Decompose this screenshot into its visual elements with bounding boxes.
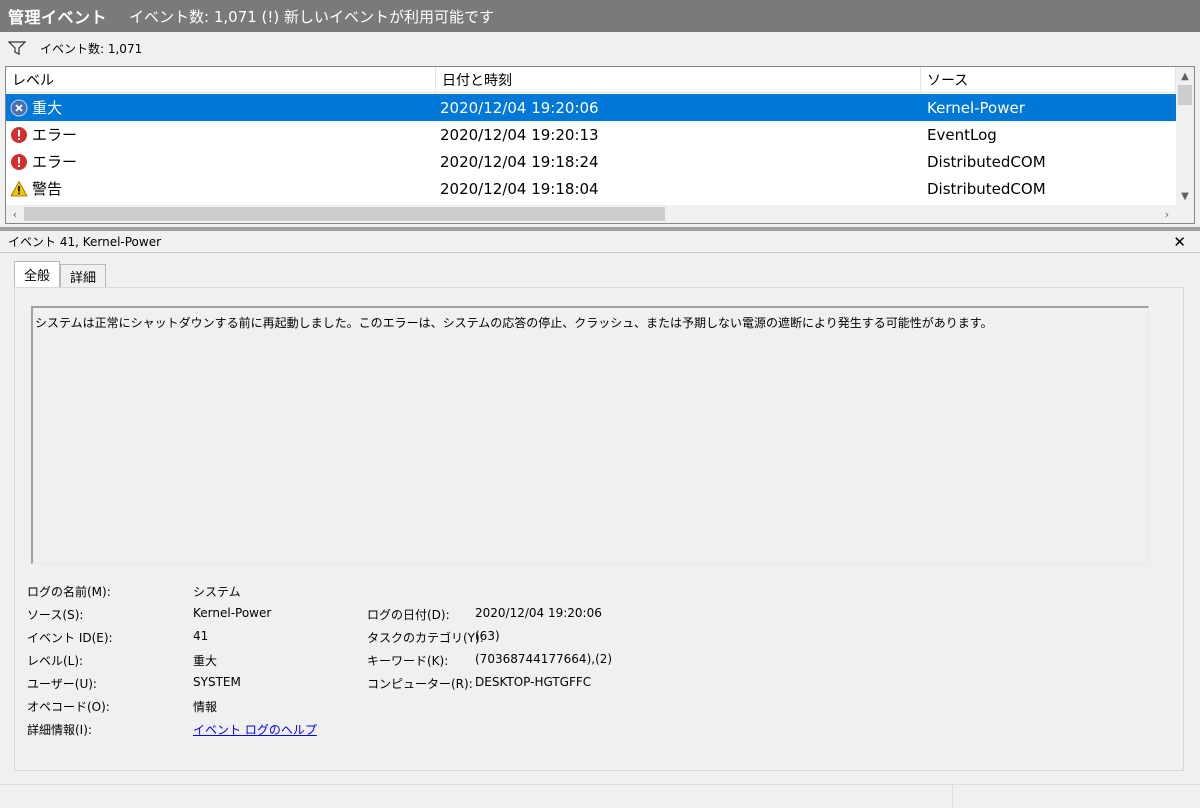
row-level: エラー [32,153,78,171]
row-level: エラー [32,126,78,144]
column-header-datetime[interactable]: 日付と時刻 [436,67,921,93]
table-row[interactable]: 警告 2020/12/04 19:18:04 DistributedCOM [6,175,1176,202]
horizontal-scroll-thumb[interactable] [24,207,665,221]
computer-label: コンピューター(R): [367,677,473,691]
error-icon [10,153,28,171]
title-bar: 管理イベント イベント数: 1,071 (!) 新しいイベントが利用可能です [0,0,1200,32]
row-source: EventLog [927,125,997,144]
event-description[interactable]: システムは正常にシャットダウンする前に再起動しました。このエラーは、システムの応… [31,306,1149,564]
source-label: ソース(S): [27,608,84,622]
row-datetime: 2020/12/04 19:18:04 [440,179,599,198]
filter-icon[interactable] [8,41,26,55]
event-detail-title: イベント 41, Kernel-Power [8,235,162,249]
list-header: レベル 日付と時刻 ソース [6,67,1176,93]
row-source: Kernel-Power [927,98,1025,117]
event-count-notice[interactable]: イベント数: 1,071 (!) 新しいイベントが利用可能です [129,6,494,27]
critical-icon [10,99,28,117]
row-level: 警告 [32,180,63,198]
row-source: DistributedCOM [927,152,1046,171]
list-horizontal-scrollbar[interactable]: ‹ › [6,205,1194,223]
table-row[interactable]: 重大 2020/12/04 19:20:06 Kernel-Power [6,94,1176,121]
row-level: 重大 [32,99,63,117]
event-id-value: 41 [193,629,209,643]
list-vertical-scrollbar[interactable]: ▲ ▼ [1176,67,1194,205]
task-category-value: (63) [475,629,500,643]
keywords-label: キーワード(K): [367,654,449,668]
error-icon [10,126,28,144]
general-tab-panel: システムは正常にシャットダウンする前に再起動しました。このエラーは、システムの応… [14,287,1184,771]
filter-bar: イベント数: 1,071 [0,34,1200,62]
logged-value: 2020/12/04 19:20:06 [475,606,602,620]
status-bar [0,784,1200,808]
detail-tabs: 全般 詳細 [14,261,107,287]
panel-title: 管理イベント [8,8,108,27]
row-datetime: 2020/12/04 19:20:06 [440,98,599,117]
keywords-value: (70368744177664),(2) [475,652,613,666]
vertical-scroll-thumb[interactable] [1178,85,1192,105]
row-datetime: 2020/12/04 19:20:13 [440,125,599,144]
event-log-help-link[interactable]: イベント ログのヘルプ [193,721,317,738]
column-header-level[interactable]: レベル [6,67,436,93]
table-row[interactable]: エラー 2020/12/04 19:20:13 EventLog [6,121,1176,148]
event-id-label: イベント ID(E): [27,631,113,645]
warning-icon [10,180,28,198]
tab-details[interactable]: 詳細 [60,264,107,287]
log-name-value: システム [193,585,241,599]
task-category-label: タスクのカテゴリ(Y): [367,631,484,645]
logged-label: ログの日付(D): [367,608,450,622]
user-label: ユーザー(U): [27,677,97,691]
scroll-right-icon[interactable]: › [1158,205,1176,223]
row-source: DistributedCOM [927,179,1046,198]
level-value: 重大 [193,654,218,668]
level-label: レベル(L): [27,654,84,668]
filter-event-count: イベント数: 1,071 [40,41,143,56]
more-info-label: 詳細情報(I): [27,723,92,737]
computer-value: DESKTOP-HGTGFFC [475,675,592,689]
row-datetime: 2020/12/04 19:18:24 [440,152,599,171]
event-detail-header: イベント 41, Kernel-Power ✕ [0,231,1200,253]
close-icon[interactable]: ✕ [1173,233,1186,251]
status-bar-divider [952,785,953,808]
user-value: SYSTEM [193,675,241,689]
scroll-down-icon[interactable]: ▼ [1176,187,1194,205]
opcode-label: オペコード(O): [27,700,110,714]
scroll-left-icon[interactable]: ‹ [6,205,24,223]
event-list[interactable]: レベル 日付と時刻 ソース 重大 2020/12/04 19:20:06 Ker… [5,66,1195,224]
table-row[interactable]: エラー 2020/12/04 19:18:24 DistributedCOM [6,148,1176,175]
tab-general[interactable]: 全般 [14,261,61,287]
column-header-source[interactable]: ソース [921,67,1176,93]
scroll-up-icon[interactable]: ▲ [1176,67,1194,85]
opcode-value: 情報 [193,700,218,714]
source-value: Kernel-Power [193,606,272,620]
log-name-label: ログの名前(M): [27,585,111,599]
